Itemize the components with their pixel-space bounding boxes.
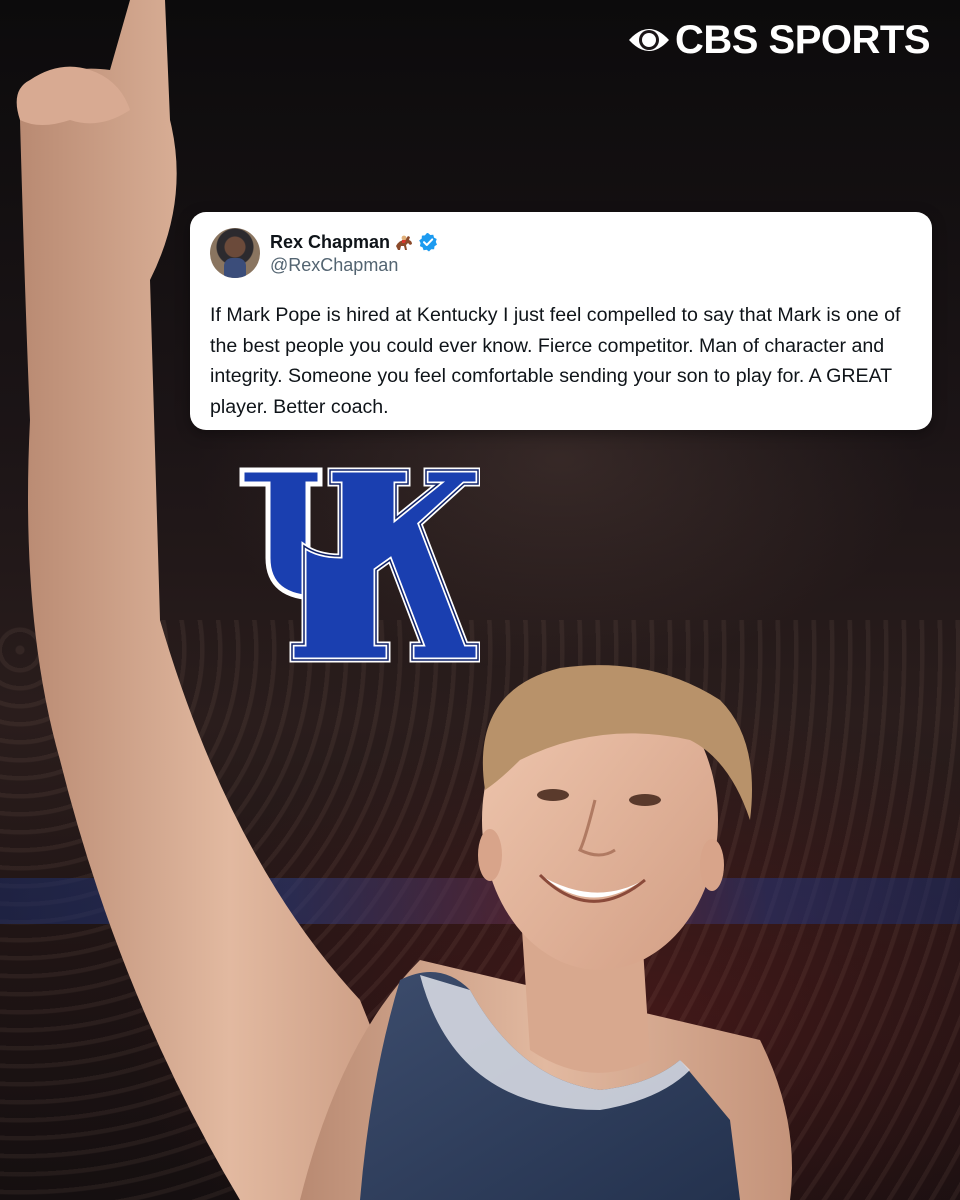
- tweet-card: Rex Chapman @RexChapman If Mark Pope is …: [190, 212, 932, 430]
- tweet-header: Rex Chapman @RexChapman: [210, 228, 912, 278]
- author-block: Rex Chapman @RexChapman: [270, 230, 438, 276]
- logo-wordmark: CBS SPORTS: [674, 18, 931, 62]
- author-handle[interactable]: @RexChapman: [270, 255, 438, 276]
- verified-badge-icon: [419, 233, 438, 252]
- cbs-sports-logo: CBS SPORTS: [627, 18, 931, 62]
- name-line: Rex Chapman: [270, 230, 438, 254]
- player-illustration: [16, 0, 792, 1200]
- horse-racing-icon: [396, 235, 413, 250]
- avatar[interactable]: [210, 228, 260, 278]
- cbs-eye-icon: [628, 29, 669, 51]
- tweet-body: If Mark Pope is hired at Kentucky I just…: [210, 304, 901, 418]
- background-photo: [0, 0, 960, 1200]
- author-name[interactable]: Rex Chapman: [270, 232, 390, 253]
- kentucky-uk-logo: [239, 467, 480, 663]
